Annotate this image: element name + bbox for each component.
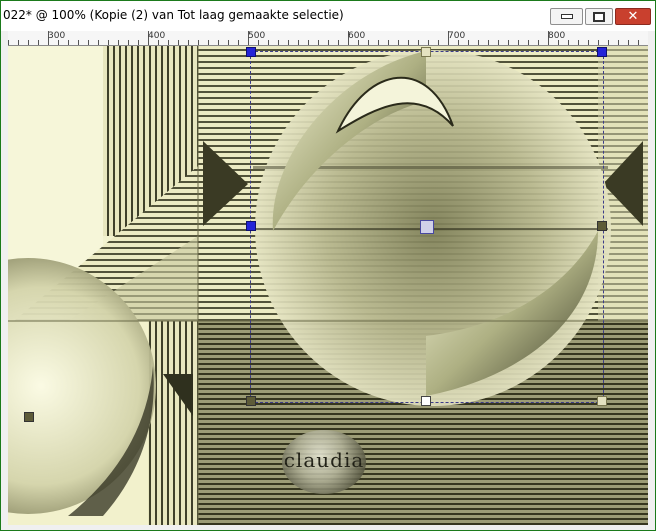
watermark-text: claudia	[283, 448, 365, 472]
close-button[interactable]: ✕	[615, 8, 651, 25]
ruler-label-700: 700	[448, 31, 466, 41]
minimize-button[interactable]	[550, 8, 583, 25]
ruler-label-500: 500	[248, 31, 266, 41]
transform-handle-middle-left[interactable]	[246, 221, 256, 231]
transform-handle-top-center[interactable]	[421, 47, 431, 57]
ruler-label-600: 600	[348, 31, 366, 41]
close-icon: ✕	[627, 9, 639, 24]
image-canvas[interactable]: claudia	[8, 46, 648, 525]
ruler-label-400: 400	[148, 31, 166, 41]
transform-handle-bottom-left[interactable]	[246, 396, 256, 406]
ruler-label-300: 300	[48, 31, 66, 41]
app-window: 022* @ 100% (Kopie (2) van Tot laag gema…	[0, 0, 656, 531]
maximize-icon	[593, 11, 605, 22]
transform-handle-middle-right[interactable]	[597, 221, 607, 231]
transform-handle-top-right[interactable]	[597, 47, 607, 57]
bottom-vertical-stripes	[148, 321, 198, 525]
transform-center-handle[interactable]	[420, 220, 434, 234]
transform-handle-bottom-center[interactable]	[421, 396, 431, 406]
layer-marker[interactable]	[24, 412, 34, 422]
window-title: 022* @ 100% (Kopie (2) van Tot laag gema…	[3, 8, 344, 22]
claudia-watermark: claudia	[282, 430, 366, 494]
maximize-button[interactable]	[585, 8, 613, 25]
transform-handle-top-left[interactable]	[246, 47, 256, 57]
transform-handle-bottom-right[interactable]	[597, 396, 607, 406]
title-bar[interactable]: 022* @ 100% (Kopie (2) van Tot laag gema…	[1, 1, 655, 31]
minimize-icon	[560, 14, 573, 19]
horizontal-ruler[interactable]: 300 400 500 600 700 800	[8, 31, 648, 46]
ruler-label-800: 800	[548, 31, 566, 41]
